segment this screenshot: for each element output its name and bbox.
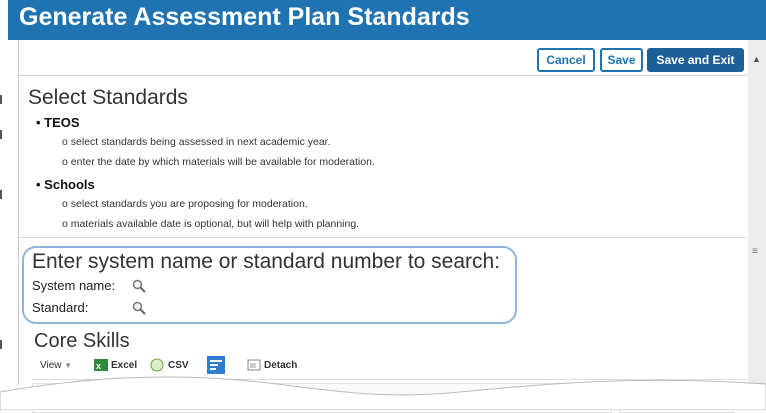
edge-mark (0, 95, 2, 104)
divider (19, 75, 759, 76)
list-item: o enter the date by which materials will… (62, 156, 375, 168)
list-item: o select standards being assessed in nex… (62, 136, 331, 148)
group-label: TEOS (44, 115, 80, 130)
left-edge (0, 40, 8, 370)
circle-bullet-icon: o (62, 156, 71, 168)
edge-mark (0, 190, 2, 199)
list-item-text: enter the date by which materials will b… (70, 156, 375, 168)
page-title: Generate Assessment Plan Standards (19, 3, 470, 31)
system-name-label: System name: (32, 278, 116, 293)
scroll-up-icon[interactable]: ▲ (752, 54, 761, 64)
circle-bullet-icon: o (62, 136, 71, 148)
vertical-scrollbar[interactable]: ▲ ≡ (748, 40, 766, 385)
search-heading: Enter system name or standard number to … (32, 250, 501, 273)
standard-label: Standard: (32, 300, 89, 315)
bullet-group-teos: • TEOS (36, 115, 80, 130)
chevron-down-icon: ▼ (64, 361, 73, 370)
section-divider (19, 237, 747, 238)
title-bar: Generate Assessment Plan Standards (8, 0, 766, 40)
list-item-text: select standards being assessed in next … (70, 136, 331, 148)
torn-edge (0, 376, 766, 410)
system-name-search-icon[interactable] (132, 279, 146, 293)
bullet-icon: • (36, 177, 45, 192)
scroll-grip-icon[interactable]: ≡ (752, 246, 758, 257)
search-panel: Enter system name or standard number to … (22, 246, 517, 324)
bullet-group-schools: • Schools (36, 177, 95, 192)
edge-mark (0, 340, 2, 349)
list-item-text: select standards you are proposing for m… (70, 198, 308, 210)
core-skills-heading: Core Skills (34, 330, 130, 352)
bullet-icon: • (36, 115, 45, 130)
standard-search-icon[interactable] (132, 301, 146, 315)
circle-bullet-icon: o (62, 198, 71, 210)
list-item: o select standards you are proposing for… (62, 198, 308, 210)
circle-bullet-icon: o (62, 218, 71, 230)
list-item: o materials available date is optional, … (62, 218, 359, 230)
group-label: Schools (44, 177, 95, 192)
list-item-text: materials available date is optional, bu… (70, 218, 360, 230)
edge-mark (0, 130, 2, 139)
save-button[interactable]: Save (600, 48, 643, 72)
cancel-button[interactable]: Cancel (537, 48, 595, 72)
dialog-content: Cancel Save Save and Exit Select Standar… (18, 40, 759, 413)
save-and-exit-button[interactable]: Save and Exit (647, 48, 744, 72)
select-standards-heading: Select Standards (28, 86, 188, 109)
